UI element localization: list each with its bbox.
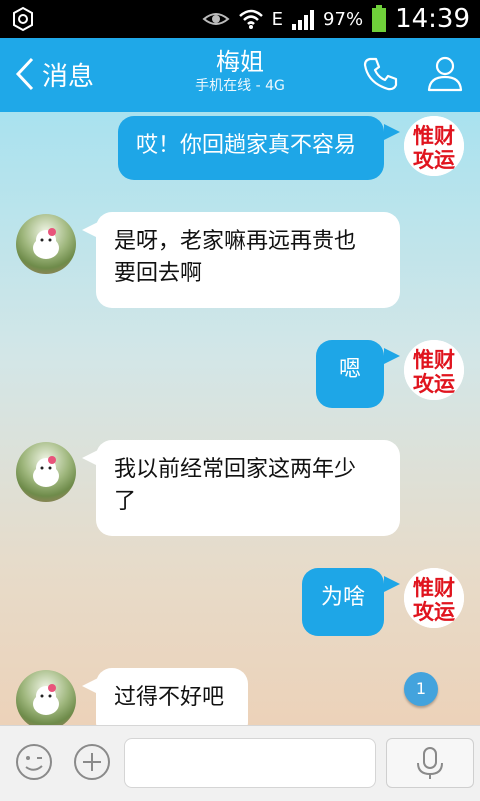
hello-kitty-avatar-image [33,228,59,259]
message-text-line: 是呀，老家嘛再远再贵也 [114,229,357,254]
bubble-tail [384,124,400,140]
svg-text:攻运: 攻运 [413,372,455,396]
network-type-label: E [271,8,284,30]
svg-text:惟财: 惟财 [413,124,455,148]
message-text: 哎！你回趟家真不容易 [136,133,357,158]
message-text: 过得不好吧 [114,685,225,710]
message-input[interactable] [124,738,376,788]
bubble-tail [384,576,400,592]
chat-area[interactable]: 哎！你回趟家真不容易 惟财 攻运 是呀，老家嘛再远再贵也 要回去啊 嗯 惟财 攻… [0,112,480,725]
seal-logo: 惟财 攻运 [404,568,464,628]
contact-info[interactable]: 梅姐 手机在线 - 4G [140,48,340,96]
message-bubble-outgoing[interactable]: 哎！你回趟家真不容易 [118,116,384,180]
message-bubble-outgoing[interactable]: 嗯 [316,340,384,408]
message-bubble-incoming[interactable]: 我以前经常回家这两年少 了 [96,440,400,536]
message-bubble-incoming[interactable]: 是呀，老家嘛再远再贵也 要回去啊 [96,212,400,308]
message-bubble-outgoing[interactable]: 为啥 [302,568,384,636]
my-avatar[interactable]: 惟财 攻运 [404,568,464,628]
status-bar: E 97% 14:39 [0,0,480,38]
back-button[interactable]: 消息 [14,54,94,94]
contact-avatar[interactable] [16,670,76,725]
voice-input-button[interactable] [386,738,474,788]
wifi-icon [238,9,263,29]
battery-percentage: 97% [323,8,364,30]
emoji-icon[interactable] [12,740,56,784]
battery-icon [372,5,387,32]
user-icon[interactable] [424,53,466,95]
chat-header: 消息 梅姐 手机在线 - 4G [0,38,480,112]
contact-avatar[interactable] [16,214,76,274]
message-text: 嗯 [338,357,361,382]
signal-icon [292,10,315,30]
contact-status: 手机在线 - 4G [195,78,285,94]
my-avatar[interactable]: 惟财 攻运 [404,116,464,176]
message-text-line: 我以前经常回家这两年少 [114,457,357,482]
svg-text:惟财: 惟财 [413,348,455,372]
message-text-line: 要回去啊 [114,261,203,286]
plus-icon[interactable] [70,740,114,784]
clock: 14:39 [395,4,470,34]
bubble-tail [384,348,400,364]
unread-count-badge[interactable]: 1 [404,672,438,706]
microphone-icon [417,747,443,779]
input-bar [0,725,480,801]
hello-kitty-avatar-image [33,684,59,715]
seal-logo: 惟财 攻运 [404,116,464,176]
svg-text:攻运: 攻运 [413,600,455,624]
settings-icon [13,6,33,32]
back-label: 消息 [42,61,95,92]
message-text: 为啥 [320,585,365,610]
svg-text:惟财: 惟财 [413,576,455,600]
message-bubble-incoming[interactable]: 过得不好吧 [96,668,248,725]
svg-text:攻运: 攻运 [413,148,455,172]
chevron-left-icon [15,57,34,91]
message-text-line: 了 [114,489,137,514]
hello-kitty-avatar-image [33,456,59,487]
contact-avatar[interactable] [16,442,76,502]
contact-name: 梅姐 [216,48,264,76]
seal-logo: 惟财 攻运 [404,340,464,400]
my-avatar[interactable]: 惟财 攻运 [404,340,464,400]
phone-icon[interactable] [360,53,402,95]
eye-icon [202,13,230,25]
